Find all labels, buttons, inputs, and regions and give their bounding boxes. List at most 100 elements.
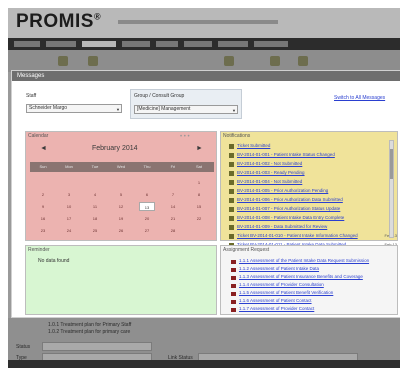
- calendar-panel: Calendar • • • ◄ February 2014 ► Sun Mon T…: [25, 131, 217, 241]
- prev-month-icon[interactable]: ◄: [40, 145, 47, 152]
- toolbar-icon[interactable]: [58, 56, 68, 66]
- notification-icon: [229, 189, 234, 194]
- calendar-day[interactable]: 11: [87, 202, 103, 211]
- calendar-day[interactable]: 7: [165, 190, 181, 199]
- calendar-day[interactable]: 3: [61, 190, 77, 199]
- calendar-weekday-row: Sun Mon Tue Wed Thu Fri Sat: [30, 162, 214, 172]
- calendar-day[interactable]: 18: [87, 214, 103, 223]
- notification-item[interactable]: BV-2014-01-009 - Data Submitted for Revi…: [229, 223, 389, 232]
- calendar-day[interactable]: 27: [139, 226, 155, 235]
- notification-item[interactable]: BV-2014-01-008 - Patient Intake Data Ent…: [229, 214, 389, 223]
- status-field[interactable]: [42, 342, 152, 351]
- notification-link[interactable]: Ticket Submitted: [237, 143, 270, 148]
- notifications-scrollbar[interactable]: [389, 140, 394, 238]
- calendar-day[interactable]: 16: [35, 214, 51, 223]
- calendar-day[interactable]: 5: [113, 190, 129, 199]
- notification-item[interactable]: BV-2014-01-001 - Patient Intake Status C…: [229, 151, 389, 160]
- scroll-thumb[interactable]: [390, 149, 393, 179]
- weekday-label: Mon: [65, 164, 73, 169]
- background-line: 1.0.1 Treatment plan for Primary Staff: [48, 322, 132, 328]
- folder-icon: [231, 300, 236, 304]
- nav-item[interactable]: [122, 41, 150, 47]
- notification-item[interactable]: BV-2014-01-004 - Not Submitted: [229, 178, 389, 187]
- calendar-day[interactable]: 14: [165, 202, 181, 211]
- nav-item-active[interactable]: [82, 41, 116, 47]
- calendar-day-today[interactable]: 13: [139, 202, 155, 211]
- calendar-day[interactable]: 15: [191, 202, 207, 211]
- calendar-day[interactable]: 20: [139, 214, 155, 223]
- assignment-request-panel: Assignment Request 1.1.1 Assessment of t…: [220, 245, 398, 315]
- calendar-day[interactable]: 17: [61, 214, 77, 223]
- toolbar-icon[interactable]: [88, 56, 98, 66]
- reminder-label: Reminder: [28, 247, 50, 253]
- notification-item[interactable]: BV-2014-01-007 - Prior Authorization Sta…: [229, 205, 389, 214]
- calendar-day[interactable]: 23: [35, 226, 51, 235]
- toolbar-icon[interactable]: [270, 56, 280, 66]
- calendar-day[interactable]: 21: [165, 214, 181, 223]
- calendar-day[interactable]: 12: [113, 202, 129, 211]
- notification-link[interactable]: BV-2014-01-004 - Not Submitted: [237, 179, 302, 184]
- staff-label: Staff: [26, 93, 37, 99]
- calendar-day[interactable]: 10: [61, 202, 77, 211]
- calendar-day[interactable]: 26: [113, 226, 129, 235]
- notification-link[interactable]: BV-2014-01-009 - Data Submitted for Revi…: [237, 224, 327, 229]
- request-link[interactable]: 1.1.7 Assessment of Provider Contact: [239, 306, 314, 311]
- request-item[interactable]: 1.1.7 Assessment of Provider Contact: [231, 306, 387, 314]
- calendar-day[interactable]: 25: [87, 226, 103, 235]
- notification-item[interactable]: BV-2014-01-005 - Prior Authorization Pen…: [229, 187, 389, 196]
- nav-item[interactable]: [218, 41, 248, 47]
- notification-icon: [229, 234, 234, 239]
- notification-link[interactable]: BV-2014-01-006 - Prior Authorization Dat…: [237, 197, 343, 202]
- request-item[interactable]: 1.1.3 Assessment of Patient Insurance Be…: [231, 274, 387, 282]
- calendar-day[interactable]: 4: [87, 190, 103, 199]
- nav-item[interactable]: [184, 41, 212, 47]
- notification-item[interactable]: BV-2014-01-002 - Not Submitted: [229, 160, 389, 169]
- calendar-day[interactable]: 28: [165, 226, 181, 235]
- notification-icon: [229, 144, 234, 149]
- notification-item[interactable]: BV-2014-01-003 - Ready Pending: [229, 169, 389, 178]
- switch-messages-link[interactable]: Switch to All Messages: [334, 95, 385, 101]
- next-month-icon[interactable]: ►: [196, 145, 203, 152]
- calendar-day[interactable]: 8: [191, 190, 207, 199]
- folder-icon: [231, 268, 236, 272]
- notification-link[interactable]: BV-2014-01-001 - Patient Intake Status C…: [237, 152, 335, 157]
- request-item[interactable]: 1.1.4 Assessment of Provider Consultatio…: [231, 282, 387, 290]
- notification-icon: [229, 198, 234, 203]
- calendar-day[interactable]: 1: [191, 178, 207, 187]
- request-link[interactable]: 1.1.3 Assessment of Patient Insurance Be…: [239, 274, 363, 279]
- request-item[interactable]: 1.1.5 Assessment of Patient Benefit Veri…: [231, 290, 387, 298]
- request-link[interactable]: 1.1.2 Assessment of Patient Intake Data: [239, 266, 319, 271]
- notification-link[interactable]: BV-2014-01-005 - Prior Authorization Pen…: [237, 188, 328, 193]
- calendar-day[interactable]: 24: [61, 226, 77, 235]
- staff-select[interactable]: Schneider Margo ▼: [26, 104, 122, 113]
- nav-item[interactable]: [14, 41, 40, 47]
- calendar-day[interactable]: 19: [113, 214, 129, 223]
- request-item[interactable]: 1.1.1 Assessment of the Patient Intake D…: [231, 258, 387, 266]
- notification-link[interactable]: Ticket BV-2014-01-010 - Patient Intake I…: [237, 233, 358, 238]
- calendar-day[interactable]: 9: [35, 202, 51, 211]
- calendar-day[interactable]: 2: [35, 190, 51, 199]
- notification-link[interactable]: BV-2014-01-007 - Prior Authorization Sta…: [237, 206, 340, 211]
- toolbar-icon[interactable]: [298, 56, 308, 66]
- nav-item[interactable]: [46, 41, 76, 47]
- request-link[interactable]: 1.1.1 Assessment of the Patient Intake D…: [239, 258, 369, 263]
- request-link[interactable]: 1.1.5 Assessment of Patient Benefit Veri…: [239, 290, 333, 295]
- notification-link[interactable]: BV-2014-01-008 - Patient Intake Data Ent…: [237, 215, 344, 220]
- weekday-label: Wed: [116, 164, 126, 169]
- notification-item[interactable]: Ticket BV-2014-01-010 - Patient Intake I…: [229, 232, 397, 241]
- group-select[interactable]: [Medicine] Management ▼: [134, 105, 238, 114]
- request-link[interactable]: 1.1.4 Assessment of Provider Consultatio…: [239, 282, 324, 287]
- notification-item[interactable]: Ticket Submitted: [229, 142, 389, 151]
- notification-link[interactable]: BV-2014-01-003 - Ready Pending: [237, 170, 305, 175]
- nav-item[interactable]: [156, 41, 178, 47]
- weekday-label: Tue: [91, 164, 99, 169]
- toolbar-icon[interactable]: [224, 56, 234, 66]
- request-item[interactable]: 1.1.6 Assessment of Patient Contact: [231, 298, 387, 306]
- notification-link[interactable]: BV-2014-01-002 - Not Submitted: [237, 161, 302, 166]
- request-item[interactable]: 1.1.2 Assessment of Patient Intake Data: [231, 266, 387, 274]
- calendar-day[interactable]: 6: [139, 190, 155, 199]
- calendar-day[interactable]: 22: [191, 214, 207, 223]
- nav-item[interactable]: [254, 41, 288, 47]
- notification-item[interactable]: BV-2014-01-006 - Prior Authorization Dat…: [229, 196, 389, 205]
- request-link[interactable]: 1.1.6 Assessment of Patient Contact: [239, 298, 312, 303]
